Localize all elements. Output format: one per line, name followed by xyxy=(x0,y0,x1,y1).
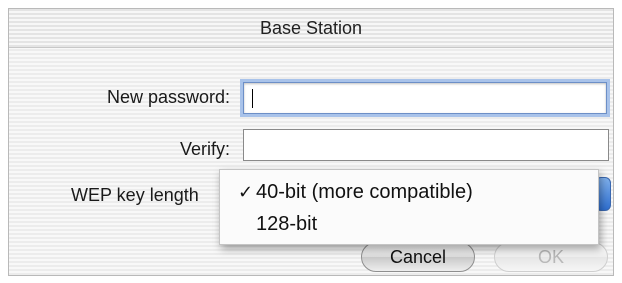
base-station-dialog: Base Station New password: Verify: WEP k… xyxy=(8,8,614,276)
verify-field[interactable] xyxy=(243,129,609,161)
new-password-field[interactable] xyxy=(243,82,607,114)
verify-label: Verify: xyxy=(179,139,230,159)
wep-key-length-menu: ✓ 40-bit (more compatible) 128-bit xyxy=(219,169,599,245)
menu-item-label: 40-bit (more compatible) xyxy=(256,181,473,203)
title-bar: Base Station xyxy=(9,9,613,48)
wep-key-length-label: WEP key length xyxy=(71,185,199,205)
checkmark-icon: ✓ xyxy=(238,182,254,202)
cancel-button[interactable]: Cancel xyxy=(361,242,475,272)
window-title: Base Station xyxy=(259,17,363,38)
menu-item-128-bit[interactable]: 128-bit xyxy=(220,208,598,240)
menu-item-40-bit[interactable]: ✓ 40-bit (more compatible) xyxy=(220,176,598,208)
menu-item-label: 128-bit xyxy=(256,213,318,235)
text-cursor xyxy=(252,89,253,108)
ok-button[interactable]: OK xyxy=(494,242,608,272)
new-password-label: New password: xyxy=(106,87,230,107)
